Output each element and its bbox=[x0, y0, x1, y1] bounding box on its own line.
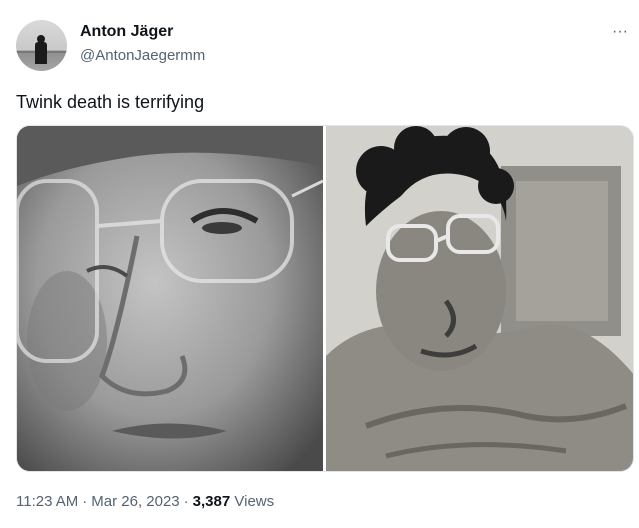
tweet-time[interactable]: 11:23 AM bbox=[16, 493, 78, 510]
tweet-card: Anton Jäger @AntonJaegermm ··· Twink dea… bbox=[0, 0, 639, 528]
photo-right[interactable] bbox=[326, 126, 633, 471]
avatar-figure-body bbox=[35, 42, 47, 64]
author-handle[interactable]: @AntonJaegermm bbox=[80, 46, 205, 66]
views-label[interactable]: Views bbox=[234, 493, 274, 510]
meta-separator-2: · bbox=[183, 493, 189, 510]
tweet-text: Twink death is terrifying bbox=[16, 92, 205, 112]
photo-right-illustration bbox=[326, 126, 633, 471]
avatar[interactable] bbox=[16, 20, 67, 71]
tweet-meta: 11:23 AM · Mar 26, 2023 · 3,387 Views bbox=[16, 492, 274, 512]
photo-left[interactable] bbox=[17, 126, 323, 471]
author-name[interactable]: Anton Jäger bbox=[80, 22, 173, 42]
photo-left-illustration bbox=[17, 126, 323, 471]
media-grid bbox=[16, 125, 634, 472]
meta-separator-1: · bbox=[82, 493, 88, 510]
tweet-date[interactable]: Mar 26, 2023 bbox=[91, 493, 179, 510]
more-horizontal-icon[interactable]: ··· bbox=[608, 24, 632, 40]
views-count[interactable]: 3,387 bbox=[193, 493, 231, 510]
